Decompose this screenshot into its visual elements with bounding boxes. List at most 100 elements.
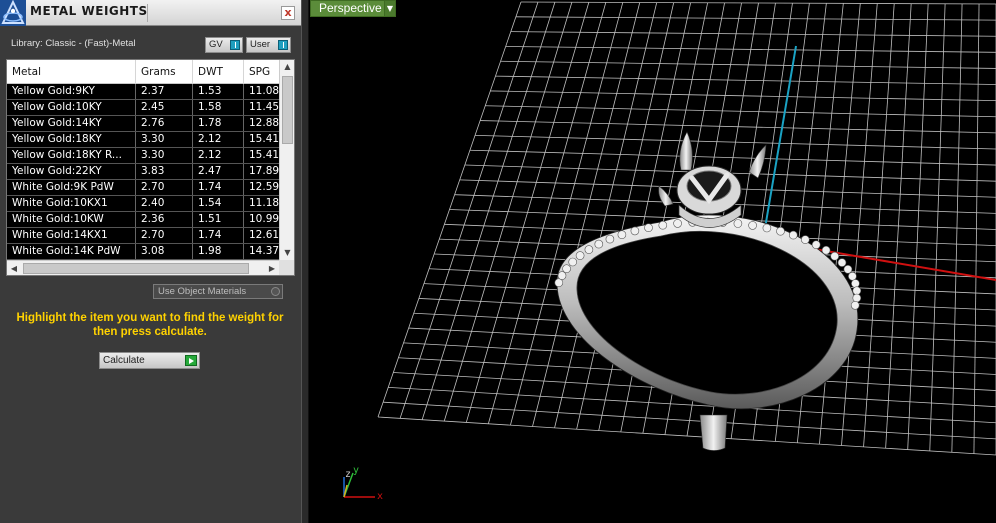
table-row[interactable]: Yellow Gold:18KY 3.30 2.12 15.41 xyxy=(7,132,279,148)
cell-grams: 3.83 xyxy=(136,164,193,179)
cell-dwt: 1.53 xyxy=(193,84,244,99)
panel-title-bar[interactable]: METAL WEIGHTS x xyxy=(0,0,301,26)
cell-spg: 12.61 xyxy=(249,229,279,241)
cell-metal: White Gold:10KX1 xyxy=(7,196,136,211)
table-row[interactable]: White Gold:9K PdW 2.70 1.74 12.59 xyxy=(7,180,279,196)
calculate-button[interactable]: Calculate xyxy=(99,352,200,369)
app-logo-icon xyxy=(0,0,26,26)
table-row[interactable]: Yellow Gold:22KY 3.83 2.47 17.89 xyxy=(7,164,279,180)
cell-spg: 11.08 xyxy=(249,85,279,97)
horizontal-scroll-thumb[interactable] xyxy=(23,263,249,274)
metal-table: Metal Grams DWT SPG Yellow Gold:9KY 2.37 1… xyxy=(6,59,295,276)
perspective-viewport[interactable]: Perspective ▼ z y x xyxy=(309,0,996,523)
cell-metal: White Gold:14KX1 xyxy=(7,228,136,243)
instruction-text: Highlight the item you want to find the … xyxy=(16,312,284,338)
close-button[interactable]: x xyxy=(281,6,295,20)
panel-title: METAL WEIGHTS xyxy=(30,4,148,18)
cell-dwt: 1.54 xyxy=(193,196,244,211)
ring-model xyxy=(554,131,862,451)
cell-metal: White Gold:10KW xyxy=(7,212,136,227)
vertical-scroll-thumb[interactable] xyxy=(282,76,293,144)
cell-spg: 11.45 xyxy=(249,101,279,113)
cell-grams: 2.45 xyxy=(136,100,193,115)
scroll-up-icon[interactable]: ▲ xyxy=(280,60,294,74)
scroll-down-icon[interactable]: ▼ xyxy=(280,246,294,260)
user-toggle-button[interactable]: User xyxy=(246,37,291,53)
cell-grams: 3.08 xyxy=(136,244,193,259)
table-header: Metal Grams DWT SPG xyxy=(7,60,279,84)
cell-grams: 3.30 xyxy=(136,148,193,163)
column-header-metal[interactable]: Metal xyxy=(7,60,136,84)
column-header-dwt[interactable]: DWT xyxy=(193,60,244,84)
table-row[interactable]: Yellow Gold:18KY R... 3.30 2.12 15.41 xyxy=(7,148,279,164)
title-separator xyxy=(147,4,148,22)
cell-metal: Yellow Gold:18KY xyxy=(7,132,136,147)
use-object-materials-label: Use Object Materials xyxy=(158,286,247,297)
cell-spg: 15.41 xyxy=(249,149,279,161)
scroll-left-icon[interactable]: ◀ xyxy=(7,261,21,275)
cell-spg: 12.88 xyxy=(249,117,279,129)
info-icon xyxy=(230,40,240,50)
table-row[interactable]: White Gold:14K PdW 3.08 1.98 14.37 xyxy=(7,244,279,260)
viewport-scene xyxy=(377,1,996,456)
table-body: Yellow Gold:9KY 2.37 1.53 11.08 Yellow Gold:… xyxy=(7,84,279,260)
cell-metal: White Gold:9K PdW xyxy=(7,180,136,195)
horizontal-scrollbar[interactable]: ◀ ▶ xyxy=(7,260,279,275)
table-row[interactable]: White Gold:10KW 2.36 1.51 10.99 xyxy=(7,212,279,228)
cell-dwt: 1.74 xyxy=(193,228,244,243)
table-row[interactable]: Yellow Gold:9KY 2.37 1.53 11.08 xyxy=(7,84,279,100)
x-axis-label: x xyxy=(377,491,384,502)
cell-metal: Yellow Gold:9KY xyxy=(7,84,136,99)
table-row[interactable]: Yellow Gold:14KY 2.76 1.78 12.88 xyxy=(7,116,279,132)
cell-grams: 2.70 xyxy=(136,180,193,195)
metal-weights-panel: METAL WEIGHTS x Library: Classic - (Fast… xyxy=(0,0,301,523)
cell-grams: 2.70 xyxy=(136,228,193,243)
cell-metal: Yellow Gold:10KY xyxy=(7,100,136,115)
table-row[interactable]: White Gold:14KX1 2.70 1.74 12.61 xyxy=(7,228,279,244)
cell-dwt: 1.58 xyxy=(193,100,244,115)
table-row[interactable]: Yellow Gold:10KY 2.45 1.58 11.45 xyxy=(7,100,279,116)
cell-dwt: 1.98 xyxy=(193,244,244,259)
gv-label: GV xyxy=(209,39,223,50)
cell-grams: 2.37 xyxy=(136,84,193,99)
user-label: User xyxy=(250,39,271,50)
cell-dwt: 2.12 xyxy=(193,148,244,163)
cell-dwt: 2.12 xyxy=(193,132,244,147)
use-object-materials-toggle[interactable]: Use Object Materials xyxy=(153,284,283,299)
play-arrow-icon xyxy=(185,355,197,366)
cell-grams: 2.40 xyxy=(136,196,193,211)
z-axis-label: z xyxy=(345,469,352,480)
gv-toggle-button[interactable]: GV xyxy=(205,37,243,53)
cell-spg: 17.89 xyxy=(249,165,279,177)
scroll-right-icon[interactable]: ▶ xyxy=(265,261,279,275)
cell-spg: 10.99 xyxy=(249,213,279,225)
cell-dwt: 1.51 xyxy=(193,212,244,227)
info-icon xyxy=(278,40,288,50)
cell-metal: Yellow Gold:18KY R... xyxy=(7,148,136,163)
calculate-label: Calculate xyxy=(103,355,145,366)
cell-grams: 2.76 xyxy=(136,116,193,131)
cell-dwt: 2.47 xyxy=(193,164,244,179)
cell-spg: 14.37 xyxy=(249,245,279,257)
y-axis-label: y xyxy=(353,465,360,476)
cell-metal: White Gold:14K PdW xyxy=(7,244,136,259)
view-label-tab[interactable]: Perspective xyxy=(310,0,391,17)
cell-grams: 2.36 xyxy=(136,212,193,227)
scrollbar-corner xyxy=(279,260,294,275)
cell-dwt: 1.78 xyxy=(193,116,244,131)
cell-grams: 3.30 xyxy=(136,132,193,147)
library-label: Library: Classic - (Fast)-Metal xyxy=(11,38,136,49)
column-header-spg[interactable]: SPG xyxy=(244,60,279,84)
cell-spg: 15.41 xyxy=(249,133,279,145)
cell-dwt: 1.74 xyxy=(193,180,244,195)
cell-metal: Yellow Gold:22KY xyxy=(7,164,136,179)
panel-splitter[interactable] xyxy=(301,0,309,523)
vertical-scrollbar[interactable]: ▲ ▼ xyxy=(279,60,294,260)
table-row[interactable]: White Gold:10KX1 2.40 1.54 11.18 xyxy=(7,196,279,212)
axis-gizmo: z y x xyxy=(339,465,389,507)
cell-spg: 12.59 xyxy=(249,181,279,193)
view-dropdown-icon[interactable]: ▼ xyxy=(384,0,396,17)
cell-spg: 11.18 xyxy=(249,197,279,209)
toggle-indicator-icon xyxy=(271,287,280,296)
column-header-grams[interactable]: Grams xyxy=(136,60,193,84)
